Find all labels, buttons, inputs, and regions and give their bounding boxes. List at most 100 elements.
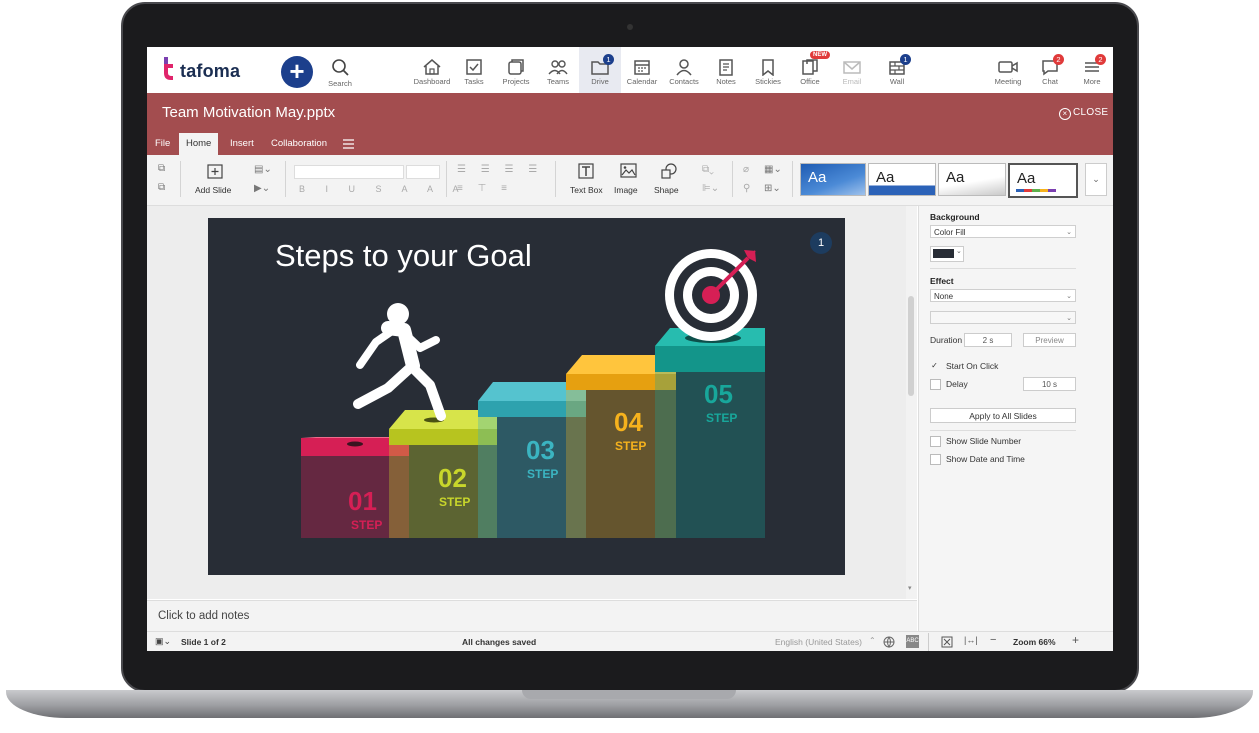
align-objects-icon[interactable]: ⊫⌄ [702,183,719,194]
theme-more-button[interactable]: ⌄ [1085,163,1107,196]
chevron-down-icon: ⌄ [1066,293,1072,300]
apply-to-all-slides-button[interactable]: Apply to All Slides [930,408,1076,423]
show-slide-number-checkbox[interactable] [930,436,941,447]
nav-item-chat[interactable]: 2 Chat [1029,54,1071,86]
list-icons[interactable]: ☰ ☰ ☰ ☰ [457,164,543,175]
add-slide-icon[interactable] [207,164,223,179]
chevron-down-icon: ⌄ [1066,315,1072,322]
screen-bezel [147,651,1113,687]
close-button[interactable]: × CLOSE [1059,107,1108,120]
panel-divider [930,268,1076,269]
fit-slide-icon[interactable] [941,636,953,648]
theme-option-1[interactable]: Aa [800,163,866,196]
copy-icon[interactable]: ⧉ [158,163,165,174]
nav-item-office[interactable]: NEW Office [789,51,831,86]
background-select[interactable]: Color Fill ⌄ [930,225,1076,238]
text-box-icon[interactable] [578,163,594,179]
text-format-icons[interactable]: B I U S A A A [299,184,468,194]
slideshow-icon[interactable]: ▣⌄ [155,636,171,647]
app-screen: tafoma + Search Dashboard Tasks Projects… [147,47,1113,651]
notes-placeholder[interactable]: Click to add notes [158,610,249,622]
clear-style-icon[interactable]: ⌀ [743,164,749,175]
nav-search[interactable]: Search [319,58,361,88]
office-icon [802,59,818,75]
spellcheck-icon[interactable]: ABC [906,635,919,648]
shape-icon[interactable] [661,163,678,179]
arrange-icon[interactable]: ⧉⌄ [702,164,714,175]
nav-item-dashboard[interactable]: Dashboard [411,58,453,86]
globe-icon[interactable] [883,636,895,648]
toolbar-divider [285,161,286,197]
vertical-scrollbar[interactable]: ▾ [906,206,917,599]
text-box-button[interactable]: Text Box [570,185,603,195]
runner-icon [353,303,446,421]
align-icons[interactable]: ≡ ⊤ ≡ [457,183,513,194]
copy-style-icon[interactable]: ⚲ [743,183,750,194]
tab-file[interactable]: File [148,133,177,155]
nav-item-meeting[interactable]: Meeting [987,58,1029,86]
create-new-button[interactable]: + [281,56,313,88]
scrollbar-thumb[interactable] [908,296,914,396]
nav-item-teams[interactable]: Teams [537,58,579,86]
background-heading: Background [930,212,980,222]
theme-option-4[interactable]: Aa [1008,163,1078,198]
notes-area[interactable]: Click to add notes [147,600,917,632]
delay-checkbox[interactable] [930,379,941,390]
nav-label: Calendar [626,77,658,86]
nav-label: Meeting [994,77,1022,86]
tab-home[interactable]: Home [179,133,219,155]
close-icon: × [1059,108,1071,120]
start-on-click-checkbox[interactable]: ✓ [930,361,939,370]
zoom-in-icon[interactable]: + [1072,633,1079,647]
logo-text[interactable]: tafoma [180,61,240,82]
image-button[interactable]: Image [614,185,638,195]
effect-type-select[interactable]: ⌄ [930,311,1076,324]
font-family-select[interactable] [294,165,404,179]
slide-size-icon[interactable]: ▦⌄ [764,164,782,175]
ribbon-toolbar: ⧉ ⧉ Add Slide ▤⌄ ▶⌄ B I U S A A A ☰ ☰ ☰ … [147,155,1113,206]
theme-color-strip [1016,189,1056,192]
language-select[interactable]: English (United States) [775,637,862,647]
nav-item-more[interactable]: 2 More [1071,54,1113,86]
nav-item-notes[interactable]: Notes [705,58,747,86]
email-icon [843,61,861,74]
drive-badge: 1 [603,54,614,65]
add-slide-button[interactable]: Add Slide [195,185,231,195]
theme-option-3[interactable]: Aa [938,163,1006,196]
step-04-number: 04 [614,407,643,437]
step-05-number: 05 [704,379,733,409]
nav-label: Wall [889,77,905,86]
slide-settings-icon[interactable]: ⊞⌄ [764,183,781,194]
search-icon [332,59,349,76]
preview-button[interactable]: Preview [1023,333,1076,347]
nav-item-projects[interactable]: Projects [495,58,537,86]
nav-item-email[interactable]: Email [831,58,873,86]
scroll-down-icon[interactable]: ▾ [908,584,915,593]
hamburger-icon[interactable] [343,139,354,149]
nav-label: Drive [591,77,609,86]
layout-icon[interactable]: ▤⌄ [254,164,272,175]
image-icon[interactable] [620,163,637,179]
show-date-time-checkbox[interactable] [930,454,941,465]
slideshow-icon[interactable]: ▶⌄ [254,183,270,194]
shape-button[interactable]: Shape [654,185,679,195]
nav-item-calendar[interactable]: Calendar [621,58,663,86]
tab-insert[interactable]: Insert [223,133,261,155]
nav-item-tasks[interactable]: Tasks [453,58,495,86]
nav-item-wall[interactable]: 1 Wall [876,54,918,86]
background-color-picker[interactable]: ⌄ [930,246,964,262]
delay-input[interactable]: 10 s [1023,377,1076,391]
fit-width-icon[interactable]: |↔| [964,635,978,645]
nav-item-drive[interactable]: 1 Drive [579,47,621,93]
slide[interactable]: Steps to your Goal 1 01 STEP 02 STEP 03 … [208,218,845,575]
effect-select[interactable]: None ⌄ [930,289,1076,302]
duration-input[interactable]: 2 s [964,333,1012,347]
font-size-select[interactable] [406,165,440,179]
tab-collaboration[interactable]: Collaboration [264,133,334,155]
nav-item-stickies[interactable]: Stickies [747,58,789,86]
nav-item-contacts[interactable]: Contacts [663,58,705,86]
theme-option-2[interactable]: Aa [868,163,936,196]
paste-icon[interactable]: ⧉ [158,182,165,193]
toolbar-divider [446,161,447,197]
zoom-out-icon[interactable]: − [990,634,996,646]
